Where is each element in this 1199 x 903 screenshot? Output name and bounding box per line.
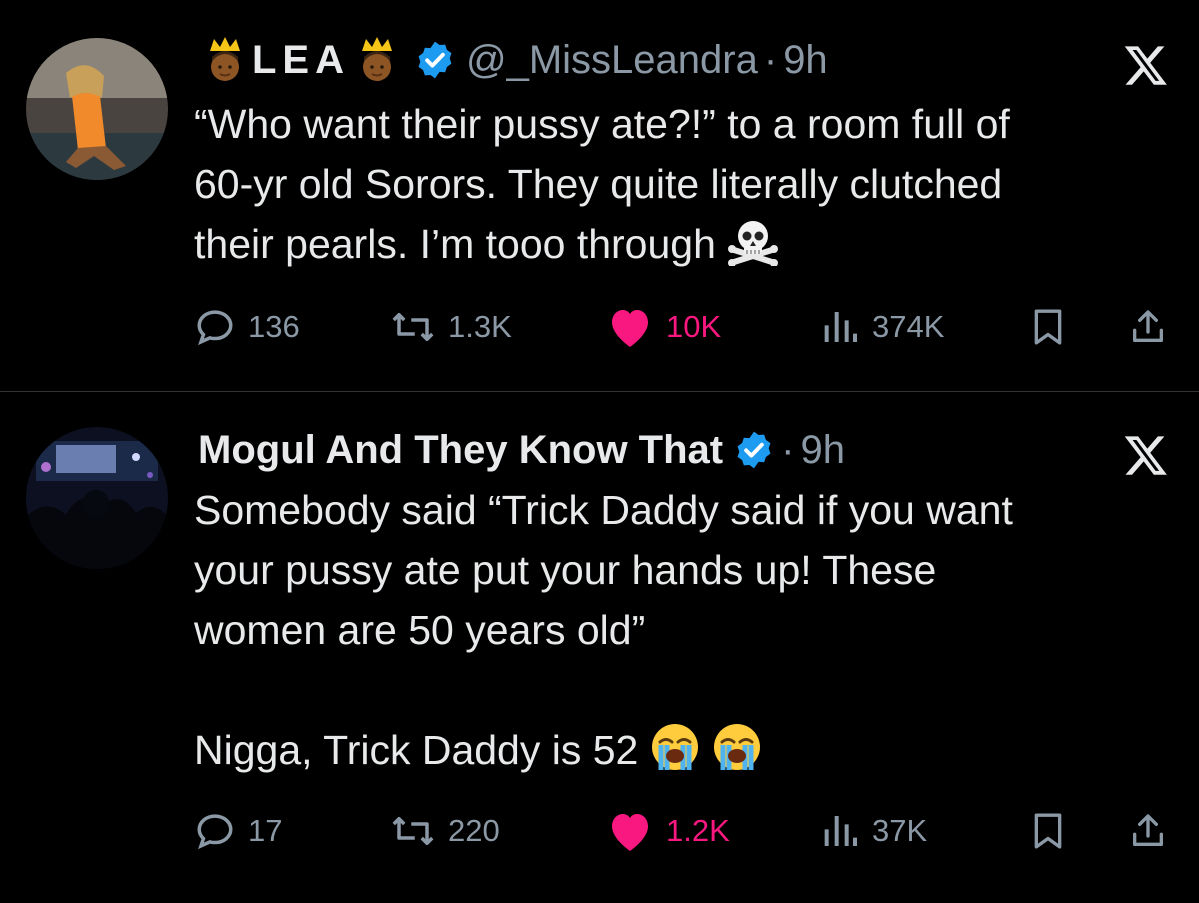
verified-badge-icon [414,39,456,81]
reply-icon [197,814,233,850]
reply-button[interactable]: 136 [194,302,300,352]
action-bar: 17 220 1.2K 37K [194,806,1166,856]
tweet-text: Somebody said “Trick Daddy said if you w… [194,480,1179,780]
views-button[interactable]: 37K [820,806,927,856]
like-count: 1.2K [666,813,730,848]
like-button[interactable]: 1.2K [606,806,730,856]
views-count: 374K [872,309,945,344]
crown-emoji [204,35,246,85]
bookmark-button[interactable] [1028,302,1080,352]
x-logo-icon[interactable] [1123,432,1169,478]
tweet-text-line: “Who want their pussy ate?!” to a room f… [194,101,1010,147]
tweet-text-line: their pearls. I’m tooo through [194,221,716,267]
repost-icon [392,817,434,845]
reply-icon [197,310,233,346]
tweet-text: “Who want their pussy ate?!” to a room f… [194,94,1179,274]
heart-icon [612,814,648,851]
tweet-text-line: Somebody said “Trick Daddy said if you w… [194,487,1013,533]
repost-count: 1.3K [448,309,512,344]
handle[interactable]: @_MissLeandra [466,38,758,83]
display-name[interactable]: LEA [252,38,350,83]
bookmark-button[interactable] [1028,806,1080,856]
tweet-header: LEA @_MissLeandra · 9h [198,32,828,88]
reply-count: 136 [248,309,300,344]
like-count: 10K [666,309,722,344]
timestamp[interactable]: 9h [800,428,845,473]
verified-badge-icon [733,429,775,471]
repost-button[interactable]: 220 [390,806,500,856]
loudly-crying-face-emoji [712,722,762,772]
loudly-crying-face-emoji [650,722,700,772]
reply-button[interactable]: 17 [194,806,282,856]
like-button[interactable]: 10K [606,302,721,352]
timestamp[interactable]: 9h [783,38,828,83]
crown-emoji [356,35,398,85]
share-button[interactable] [1128,302,1180,352]
views-button[interactable]: 374K [820,302,944,352]
share-button[interactable] [1128,806,1180,856]
repost-count: 220 [448,813,500,848]
separator-dot: · [763,37,778,82]
bookmark-icon [1034,813,1062,849]
heart-icon [612,310,648,347]
tweet-text-line: Nigga, Trick Daddy is 52 [194,727,639,773]
tweet-header: Mogul And They Know That · 9h [198,422,845,478]
tweet-text-line: your pussy ate put your hands up! These [194,547,937,593]
x-logo-icon[interactable] [1123,42,1169,88]
tweet-1[interactable]: LEA @_MissLeandra · 9h “Who want their p… [0,0,1199,392]
repost-button[interactable]: 1.3K [390,302,512,352]
reply-count: 17 [248,813,283,848]
skull-crossbones-emoji [727,216,778,267]
separator-dot: · [781,427,795,472]
share-icon [1133,310,1163,342]
action-bar: 136 1.3K 10K 374K [194,302,1166,352]
tweet-text-line: 60-yr old Sorors. They quite literally c… [194,161,1003,207]
views-chart-icon [824,816,857,846]
display-name[interactable]: Mogul And They Know That [198,428,723,473]
avatar[interactable] [26,427,168,569]
views-count: 37K [872,813,928,848]
views-chart-icon [824,312,857,342]
avatar[interactable] [26,38,168,180]
tweet-2[interactable]: Mogul And They Know That · 9h Somebody s… [0,392,1199,903]
bookmark-icon [1034,309,1062,345]
repost-icon [392,313,434,341]
share-icon [1133,814,1163,846]
tweet-text-line: women are 50 years old” [194,607,646,653]
